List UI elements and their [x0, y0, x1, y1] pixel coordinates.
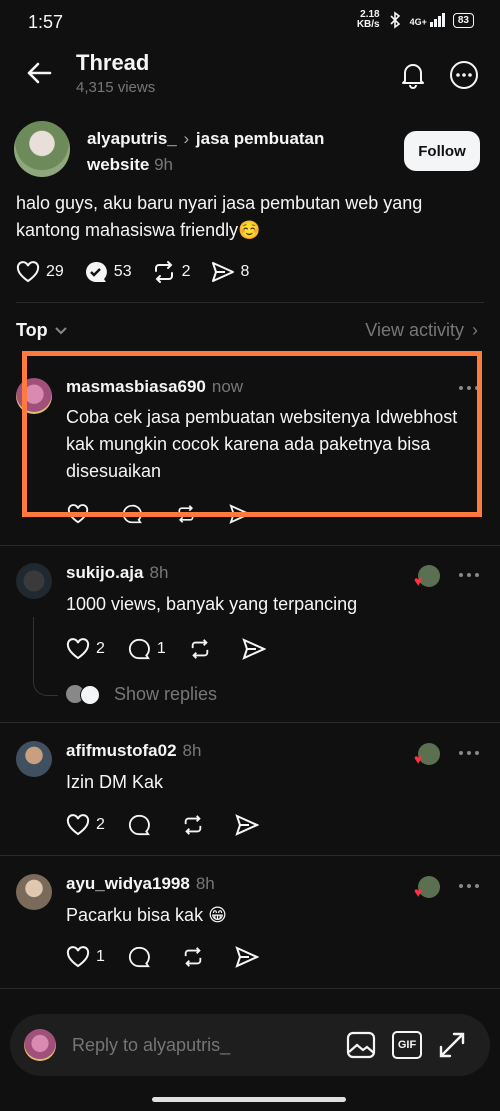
- status-time: 1:57: [28, 12, 64, 32]
- share-icon[interactable]: [242, 638, 266, 660]
- comment-text: Izin DM Kak: [66, 772, 164, 792]
- more-icon[interactable]: [458, 572, 480, 578]
- comment-username[interactable]: ayu_widya1998: [66, 874, 190, 893]
- network-speed: 2.18 KB/s: [356, 9, 380, 30]
- reply-input[interactable]: [70, 1033, 334, 1057]
- home-indicator: [152, 1097, 346, 1102]
- sort-dropdown[interactable]: Top: [16, 320, 68, 341]
- reply-avatars: [66, 683, 102, 705]
- divider: [0, 988, 500, 989]
- like-count: 2: [96, 816, 105, 833]
- share-icon: [211, 262, 234, 282]
- comment-time: 8h: [149, 563, 169, 582]
- expand-icon[interactable]: [438, 1031, 466, 1059]
- more-options-icon[interactable]: [449, 60, 479, 90]
- community-link-cont[interactable]: website: [87, 155, 149, 174]
- comment-username[interactable]: afifmustofa02: [66, 741, 177, 760]
- battery-indicator: 83: [452, 12, 474, 28]
- repost-icon[interactable]: [181, 946, 205, 968]
- reply-bar: GIF: [10, 1014, 490, 1076]
- like-count: 2: [96, 640, 105, 657]
- view-activity-link[interactable]: View activity ›: [365, 320, 478, 341]
- like-count: 29: [46, 263, 64, 280]
- view-count: 4,315 views: [76, 79, 156, 96]
- liked-by-author-badge: ♥: [414, 876, 440, 900]
- image-icon[interactable]: [346, 1031, 376, 1059]
- comment-icon[interactable]: [127, 946, 151, 968]
- comment-text: 1000 views, banyak yang terpancing: [66, 594, 358, 614]
- heart-icon: ♥: [414, 573, 423, 589]
- avatar[interactable]: [16, 874, 52, 910]
- more-icon[interactable]: [458, 883, 480, 889]
- comment-time: 8h: [195, 874, 215, 893]
- reply-count: 53: [113, 263, 132, 280]
- liked-by-author-badge: ♥: [414, 565, 440, 589]
- post-text: halo guys, aku baru nyari jasa pembutan …: [16, 193, 423, 240]
- more-icon[interactable]: [458, 750, 480, 756]
- divider: [0, 855, 500, 856]
- liked-by-author-badge: ♥: [414, 743, 440, 767]
- repost-icon[interactable]: [188, 638, 212, 660]
- gif-button[interactable]: GIF: [392, 1031, 422, 1059]
- share-count: 8: [240, 263, 250, 280]
- follow-button[interactable]: Follow: [404, 131, 480, 171]
- repost-icon: [154, 261, 173, 283]
- page-title: Thread: [76, 50, 150, 75]
- chevron-down-icon: [54, 326, 67, 334]
- comment-icon[interactable]: [127, 814, 151, 836]
- bell-icon[interactable]: [398, 60, 428, 90]
- divider: [16, 302, 484, 303]
- back-arrow-icon[interactable]: [26, 60, 52, 86]
- like-count: 1: [96, 948, 105, 965]
- chevron-right-icon: ›: [472, 320, 478, 340]
- bluetooth-icon: [390, 11, 400, 29]
- repost-icon[interactable]: [181, 814, 205, 836]
- post-username[interactable]: alyaputris_: [87, 129, 177, 148]
- heart-icon: ♥: [414, 751, 423, 767]
- share-icon[interactable]: [235, 946, 259, 968]
- highlight-box: [22, 351, 482, 517]
- repost-count: 2: [181, 263, 191, 280]
- signal-icon: 4G+: [410, 13, 445, 27]
- post-time: 9h: [154, 155, 174, 174]
- divider: [0, 722, 500, 723]
- comment-time: 8h: [182, 741, 202, 760]
- divider: [0, 545, 500, 546]
- avatar[interactable]: [16, 741, 52, 777]
- avatar[interactable]: [14, 121, 70, 177]
- avatar[interactable]: [16, 563, 52, 599]
- comment-username[interactable]: sukijo.aja: [66, 563, 143, 582]
- heart-icon: ♥: [414, 884, 423, 900]
- thread-line: [33, 617, 58, 696]
- heart-icon: [66, 946, 90, 968]
- heart-icon: [66, 638, 90, 660]
- chevron-right-icon: ›: [183, 129, 190, 148]
- avatar: [24, 1029, 56, 1061]
- share-icon[interactable]: [235, 814, 259, 836]
- community-link[interactable]: jasa pembuatan: [196, 129, 325, 148]
- heart-icon: [16, 261, 40, 283]
- status-bar: 1:57 2.18 KB/s 4G+ 83: [0, 0, 500, 44]
- reply-check-icon: [85, 261, 107, 282]
- comment-icon: [128, 638, 150, 660]
- reply-count: 1: [156, 640, 166, 657]
- comment-text: Pacarku bisa kak 😁: [66, 905, 227, 925]
- heart-icon: [66, 814, 90, 836]
- show-replies-link[interactable]: Show replies: [66, 683, 217, 705]
